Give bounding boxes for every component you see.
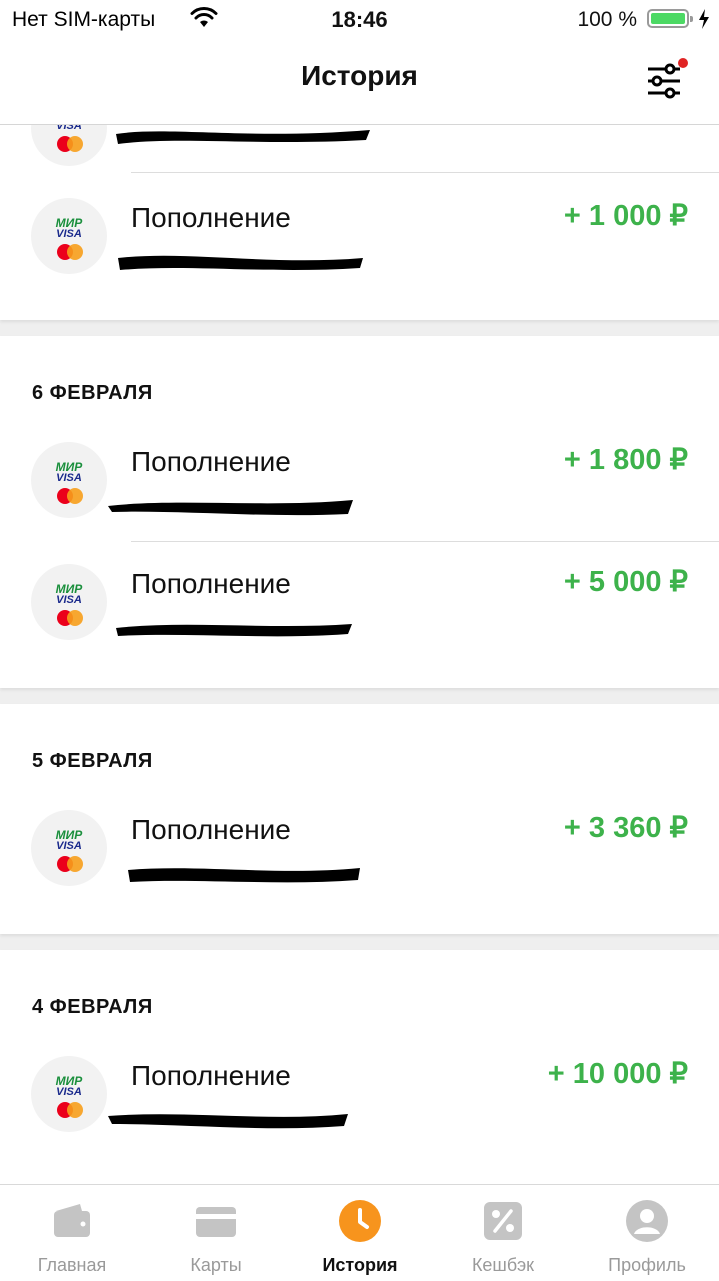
transaction-title: Пополнение xyxy=(131,202,291,233)
battery-icon xyxy=(647,9,693,28)
filter-button[interactable] xyxy=(640,58,690,102)
row-divider xyxy=(131,541,719,542)
transaction-amount: + 10 000 ₽ xyxy=(547,1058,688,1090)
transaction-amount: + 5 000 ₽ xyxy=(563,566,688,598)
mastercard-icon xyxy=(57,610,83,626)
tab-home[interactable]: Главная xyxy=(0,1185,144,1281)
card-logo-icon: МИР VISA xyxy=(31,442,107,518)
mastercard-icon xyxy=(57,488,83,504)
tab-label: История xyxy=(322,1255,398,1275)
transaction-row[interactable]: МИР VISA Пополнение + 5 000 ₽ xyxy=(0,564,719,684)
notification-dot xyxy=(678,58,688,68)
card-logo-icon: МИР VISA xyxy=(31,1056,107,1132)
clock-icon xyxy=(339,1200,381,1242)
wallet-icon xyxy=(54,1204,90,1237)
section-date: 5 ФЕВРАЛЯ xyxy=(32,750,153,772)
percent-icon xyxy=(484,1202,522,1240)
history-section: 6 ФЕВРАЛЯ МИР VISA Пополнение + 1 800 ₽ … xyxy=(0,336,719,688)
tab-cards[interactable]: Карты xyxy=(144,1185,288,1281)
redacted-details xyxy=(108,500,353,516)
transaction-title: Пополнение xyxy=(131,814,291,845)
redacted-details xyxy=(128,868,360,883)
card-logo-icon: МИР VISA xyxy=(31,198,107,274)
redacted-details xyxy=(116,624,352,637)
redacted-details xyxy=(108,1114,348,1129)
mastercard-icon xyxy=(57,856,83,872)
profile-icon xyxy=(626,1200,668,1242)
section-date: 6 ФЕВРАЛЯ xyxy=(32,382,153,404)
status-bar: Нет SIM-карты 18:46 100 % xyxy=(0,0,719,40)
row-divider xyxy=(131,172,719,173)
transaction-row[interactable]: МИР VISA Пополнение + 3 360 ₽ xyxy=(0,810,719,930)
tab-history[interactable]: История xyxy=(288,1185,432,1281)
app-header: История xyxy=(0,40,719,125)
card-icon xyxy=(196,1207,236,1237)
tab-label: Профиль xyxy=(608,1255,686,1275)
transaction-title: Пополнение xyxy=(131,446,291,477)
transaction-amount: + 3 360 ₽ xyxy=(563,812,688,844)
mastercard-icon xyxy=(57,1102,83,1118)
transaction-title: Пополнение xyxy=(131,1060,291,1091)
mastercard-icon xyxy=(57,244,83,260)
transaction-amount: + 1 000 ₽ xyxy=(563,200,688,232)
transaction-amount: + 1 800 ₽ xyxy=(563,444,688,476)
tab-profile[interactable]: Профиль xyxy=(575,1185,719,1281)
redacted-details xyxy=(116,130,370,144)
tab-cashback[interactable]: Кешбэк xyxy=(431,1185,575,1281)
card-logo-icon: МИР VISA xyxy=(31,564,107,640)
tab-label: Главная xyxy=(37,1255,107,1275)
charging-icon xyxy=(699,9,709,29)
history-section: 5 ФЕВРАЛЯ МИР VISA Пополнение + 3 360 ₽ xyxy=(0,704,719,934)
transaction-row[interactable]: МИР VISA Пополнение + 1 000 ₽ xyxy=(0,198,719,318)
battery-percent: 100 % xyxy=(577,8,637,31)
transaction-title: Пополнение xyxy=(131,568,291,599)
redacted-details xyxy=(118,255,363,270)
tab-label: Карты xyxy=(190,1255,242,1275)
transaction-row[interactable]: МИР VISA Пополнение + 1 800 ₽ xyxy=(0,442,719,562)
tab-label: Кешбэк xyxy=(471,1255,535,1275)
tab-bar: Главная Карты История Кешбэк Профиль xyxy=(0,1184,719,1281)
card-logo-icon: МИР VISA xyxy=(31,810,107,886)
history-section: 4 ФЕВРАЛЯ МИР VISA Пополнение + 10 000 ₽ xyxy=(0,950,719,1186)
mastercard-icon xyxy=(57,136,83,152)
page-title: История xyxy=(301,60,418,91)
section-date: 4 ФЕВРАЛЯ xyxy=(32,996,153,1018)
transaction-row[interactable]: МИР VISA Пополнение + 10 000 ₽ xyxy=(0,1056,719,1176)
